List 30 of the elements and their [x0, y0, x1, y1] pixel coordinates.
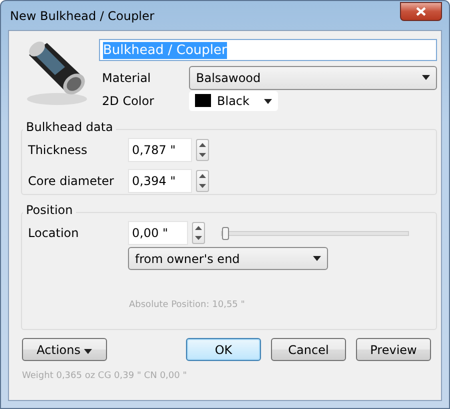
spinner[interactable]	[196, 139, 209, 161]
group-title: Position	[23, 203, 76, 217]
spinner[interactable]	[192, 222, 205, 244]
caret-icon	[422, 75, 430, 80]
number-field[interactable]: 0,787 "	[128, 138, 192, 162]
field-label: Thickness	[28, 143, 88, 157]
close-button[interactable]	[400, 2, 442, 21]
field-label: 2D Color	[101, 94, 156, 108]
slider-thumb[interactable]	[222, 226, 229, 240]
close-icon	[416, 7, 426, 16]
dialog-button[interactable]: OK	[186, 338, 261, 361]
group-title: Bulkhead data	[23, 120, 116, 134]
field-label: Material	[101, 70, 152, 84]
material-dropdown[interactable]: Balsawood	[189, 66, 437, 90]
caret-icon	[313, 256, 321, 261]
actions-menu-button[interactable]: Actions	[22, 338, 107, 361]
caret-icon	[84, 348, 92, 354]
window-title: New Bulkhead / Coupler	[9, 8, 154, 22]
absolute-position-text: Absolute Position: 10,55 "	[129, 300, 245, 310]
dialog-button[interactable]: Cancel	[271, 338, 346, 361]
color-dropdown[interactable]: Black	[189, 91, 278, 111]
spinner[interactable]	[196, 170, 209, 192]
dialog-button[interactable]: Preview	[356, 338, 431, 361]
field-label: Location	[28, 226, 80, 240]
number-field[interactable]: 0,394 "	[128, 169, 192, 193]
reference-dropdown[interactable]: from owner's end	[128, 247, 328, 270]
caret-icon	[264, 98, 272, 104]
field-label: Core diameter	[28, 174, 115, 188]
status-text: Weight 0,365 oz CG 0,39 " CN 0,00 "	[22, 371, 187, 381]
number-field[interactable]: 0,00 "	[128, 221, 188, 245]
